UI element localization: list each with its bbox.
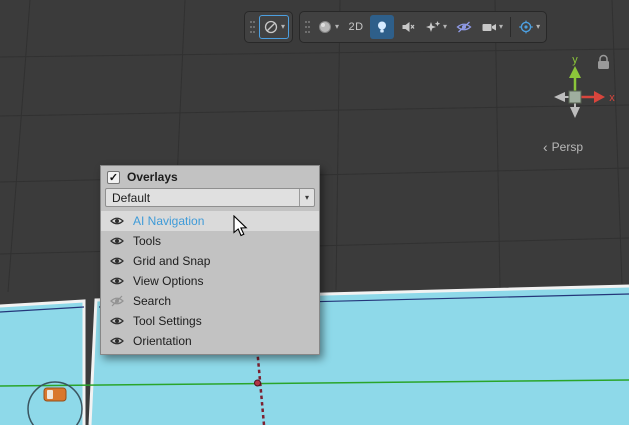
camera-icon <box>481 20 497 34</box>
overlay-item-label: View Options <box>133 274 203 288</box>
persp-label: Persp <box>552 140 583 154</box>
toolbar-group-drawmode: ▾ <box>244 11 293 43</box>
shading-mode-button[interactable]: ▾ <box>314 15 342 39</box>
navmesh-vertex-point <box>255 380 261 386</box>
dropdown-arrow-icon: ▾ <box>536 23 540 31</box>
orientation-gizmo[interactable]: y x <box>538 48 626 126</box>
scene-object-bed[interactable] <box>44 388 66 401</box>
overlay-item-tools[interactable]: Tools <box>101 231 319 251</box>
projection-mode-toggle[interactable]: ‹ Persp <box>543 140 583 154</box>
eye-icon <box>110 335 124 347</box>
overlay-item-grid-and-snap[interactable]: Grid and Snap <box>101 251 319 271</box>
dropdown-arrow-icon: ▾ <box>281 23 285 31</box>
axis-negx-cone[interactable] <box>554 92 565 102</box>
eye-off-icon <box>110 295 124 307</box>
dropdown-arrow-icon: ▾ <box>299 189 314 206</box>
lightbulb-icon <box>374 20 390 34</box>
shaded-sphere-icon <box>317 20 333 34</box>
overlays-menu-title: Overlays <box>127 170 178 184</box>
axis-x-label: x <box>609 92 615 104</box>
gizmo-crosshair-icon <box>518 20 534 34</box>
scene-toolbar: ▾ ▾ 2D <box>244 11 547 43</box>
floor-plane-left[interactable] <box>0 301 84 425</box>
persp-chevron-icon: ‹ <box>543 140 548 154</box>
eye-icon <box>110 215 124 227</box>
eye-slash-icon <box>456 20 472 34</box>
eye-icon <box>110 255 124 267</box>
overlay-item-ai-navigation[interactable]: AI Navigation <box>101 211 319 231</box>
grip-dots-icon <box>304 19 311 35</box>
axis-x-cone[interactable] <box>594 91 605 103</box>
axis-negy-cone[interactable] <box>570 107 580 118</box>
scene-camera-button[interactable]: ▾ <box>478 15 506 39</box>
speaker-muted-icon <box>400 20 416 34</box>
overlay-drag-handle[interactable] <box>248 18 257 36</box>
toolbar-group-view-options: ▾ 2D <box>299 11 547 43</box>
axis-y-label: y <box>572 54 578 66</box>
gizmos-button[interactable]: ▾ <box>515 15 543 39</box>
overlay-item-label: Tools <box>133 234 161 248</box>
overlays-menu: ✓ Overlays Default ▾ AI Navigation Tools… <box>100 165 320 355</box>
overlay-item-label: Tool Settings <box>133 314 202 328</box>
compass-icon <box>263 20 279 34</box>
eye-icon <box>110 235 124 247</box>
toolbar-separator <box>510 17 511 37</box>
sparkles-icon <box>425 20 441 34</box>
lock-icon[interactable] <box>598 56 609 70</box>
dropdown-arrow-icon: ▾ <box>443 23 447 31</box>
overlay-item-tool-settings[interactable]: Tool Settings <box>101 311 319 331</box>
dropdown-arrow-icon: ▾ <box>499 23 503 31</box>
overlay-item-label: Grid and Snap <box>133 254 210 268</box>
dropdown-arrow-icon: ▾ <box>335 23 339 31</box>
eye-icon <box>110 275 124 287</box>
2d-label: 2D <box>349 21 364 33</box>
effects-button[interactable]: ▾ <box>422 15 450 39</box>
overlay-drag-handle[interactable] <box>303 18 312 36</box>
2d-toggle-button[interactable]: 2D <box>344 15 368 39</box>
overlays-preset-value: Default <box>112 191 150 205</box>
overlays-enabled-checkbox[interactable]: ✓ <box>107 171 120 184</box>
overlays-menu-header: ✓ Overlays <box>101 166 319 187</box>
audio-toggle-button[interactable] <box>396 15 420 39</box>
draw-mode-button[interactable]: ▾ <box>259 15 289 39</box>
overlay-item-label: AI Navigation <box>133 214 204 228</box>
overlay-item-search[interactable]: Search <box>101 291 319 311</box>
overlay-item-label: Orientation <box>133 334 192 348</box>
overlay-item-view-options[interactable]: View Options <box>101 271 319 291</box>
eye-icon <box>110 315 124 327</box>
unity-scene-view: ▾ ▾ 2D <box>0 0 629 425</box>
lighting-toggle-button[interactable] <box>370 15 394 39</box>
scene-visibility-button[interactable] <box>452 15 476 39</box>
gizmo-center-cube[interactable] <box>569 91 581 103</box>
overlay-item-orientation[interactable]: Orientation <box>101 331 319 351</box>
grip-dots-icon <box>249 19 256 35</box>
overlay-item-label: Search <box>133 294 171 308</box>
axis-y-cone[interactable] <box>569 66 581 78</box>
overlays-preset-dropdown[interactable]: Default ▾ <box>105 188 315 207</box>
